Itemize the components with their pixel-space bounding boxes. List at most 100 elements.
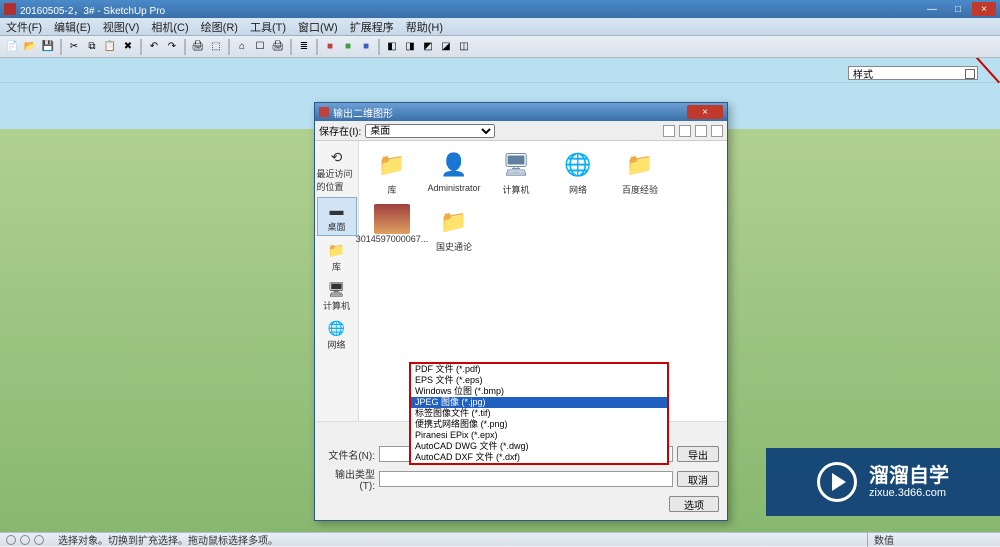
export-dialog: 输出二维图形 × 保存在(I): 桌面 ⟲最近访问的位置▬桌面📁库🖥计算机🌐网络… [314, 102, 728, 521]
model-icon[interactable]: ⬚ [208, 39, 224, 55]
save-in-select[interactable]: 桌面 [365, 124, 495, 138]
new-icon[interactable]: 📄 [4, 39, 20, 55]
filetype-option[interactable]: Piranesi EPix (*.epx) [411, 430, 667, 441]
sidebar-label: 网络 [327, 338, 345, 351]
newfolder-icon[interactable] [695, 125, 707, 137]
ext2-icon[interactable]: ◨ [402, 39, 418, 55]
menu-item[interactable]: 窗口(W) [292, 19, 344, 35]
separator [140, 39, 142, 55]
print-icon[interactable]: 🖨 [190, 39, 206, 55]
filetype-field[interactable] [379, 471, 673, 487]
export-button[interactable]: 导出 [677, 446, 719, 462]
sidebar-item[interactable]: ▬桌面 [317, 197, 357, 236]
watermark: 溜溜自学 zixue.3d66.com [766, 448, 1000, 516]
style-label: 样式 [853, 66, 873, 81]
status-icon-1[interactable] [6, 535, 16, 545]
filetype-option[interactable]: 标签图像文件 (*.tif) [411, 408, 667, 419]
menu-item[interactable]: 工具(T) [244, 19, 292, 35]
ext5-icon[interactable]: ◫ [456, 39, 472, 55]
style-panel[interactable]: 样式 [848, 66, 978, 80]
cut-icon[interactable]: ✂ [66, 39, 82, 55]
open-icon[interactable]: 📂 [22, 39, 38, 55]
menu-item[interactable]: 扩展程序 [344, 19, 400, 35]
sidebar-item[interactable]: 📁库 [317, 238, 357, 275]
status-icon-3[interactable] [34, 535, 44, 545]
save-icon[interactable]: 💾 [40, 39, 56, 55]
file-item[interactable]: 🌐网络 [551, 147, 605, 196]
status-icon-2[interactable] [20, 535, 30, 545]
minimize-button[interactable]: — [920, 2, 944, 16]
filetype-option[interactable]: AutoCAD DWG 文件 (*.dwg) [411, 441, 667, 452]
status-value-label: 数值 [867, 532, 900, 547]
status-hint: 选择对象。切换到扩充选择。拖动鼠标选择多项。 [58, 532, 278, 547]
copy-icon[interactable]: ⧉ [84, 39, 100, 55]
filetype-option[interactable]: 便携式网络图像 (*.png) [411, 419, 667, 430]
file-label: 网络 [569, 183, 587, 196]
sidebar-item[interactable]: ⟲最近访问的位置 [317, 145, 357, 195]
menu-item[interactable]: 相机(C) [145, 19, 194, 35]
ext3-icon[interactable]: ◩ [420, 39, 436, 55]
menu-item[interactable]: 编辑(E) [48, 19, 97, 35]
paste-icon[interactable]: 📋 [102, 39, 118, 55]
style-dropdown-icon[interactable] [965, 69, 975, 79]
sidebar-item[interactable]: 🌐网络 [317, 316, 357, 353]
dialog-icon [319, 107, 329, 117]
print2-icon[interactable]: 🖨 [270, 39, 286, 55]
file-item[interactable]: 📁国史通论 [427, 204, 481, 253]
file-label: 计算机 [502, 183, 529, 196]
folder-icon: 📁 [620, 147, 660, 183]
home-icon[interactable]: ⌂ [234, 39, 250, 55]
filetype-option[interactable]: JPEG 图像 (*.jpg) [411, 397, 667, 408]
separator [316, 39, 318, 55]
rgb2-icon[interactable]: ■ [340, 39, 356, 55]
back-icon[interactable] [663, 125, 675, 137]
menu-item[interactable]: 绘图(R) [195, 19, 244, 35]
ext4-icon[interactable]: ◪ [438, 39, 454, 55]
file-item[interactable]: 📁百度经验 [613, 147, 667, 196]
layers-icon[interactable]: ≣ [296, 39, 312, 55]
cancel-button[interactable]: 取消 [677, 471, 719, 487]
filetype-dropdown[interactable]: PDF 文件 (*.pdf)EPS 文件 (*.eps)Windows 位图 (… [409, 362, 669, 465]
dialog-bottom: PDF 文件 (*.pdf)EPS 文件 (*.eps)Windows 位图 (… [315, 421, 727, 520]
filetype-label: 输出类型(T): [323, 466, 375, 492]
separator [60, 39, 62, 55]
dialog-close-button[interactable]: × [687, 105, 723, 119]
room-icon[interactable]: ☐ [252, 39, 268, 55]
pic-icon [374, 204, 410, 234]
separator [378, 39, 380, 55]
options-button[interactable]: 选项 [669, 496, 719, 512]
sidebar-icon: 🖥 [325, 279, 349, 299]
delete-icon[interactable]: ✖ [120, 39, 136, 55]
dialog-titlebar: 输出二维图形 × [315, 103, 727, 121]
sidebar-label: 最近访问的位置 [317, 167, 357, 193]
file-item[interactable]: 📁库 [365, 147, 419, 196]
maximize-button[interactable]: □ [946, 2, 970, 16]
file-item[interactable]: 🖥计算机 [489, 147, 543, 196]
play-icon [817, 462, 857, 502]
sidebar-icon: ▬ [325, 200, 349, 220]
file-label: 3014597000067... [356, 234, 429, 244]
filetype-option[interactable]: Windows 位图 (*.bmp) [411, 386, 667, 397]
close-button[interactable]: × [972, 2, 996, 16]
up-icon[interactable] [679, 125, 691, 137]
sidebar-item[interactable]: 🖥计算机 [317, 277, 357, 314]
undo-icon[interactable]: ↶ [146, 39, 162, 55]
app-icon [4, 3, 16, 15]
menu-item[interactable]: 视图(V) [97, 19, 146, 35]
redo-icon[interactable]: ↷ [164, 39, 180, 55]
file-item[interactable]: 👤Administrator [427, 147, 481, 196]
sidebar-icon: 🌐 [325, 318, 349, 338]
viewmode-icon[interactable] [711, 125, 723, 137]
dialog-toolbar: 保存在(I): 桌面 [315, 121, 727, 141]
title-bar: 20160505-2，3# - SketchUp Pro — □ × [0, 0, 1000, 18]
filetype-option[interactable]: PDF 文件 (*.pdf) [411, 364, 667, 375]
menu-item[interactable]: 帮助(H) [400, 19, 449, 35]
file-item[interactable]: 3014597000067... [365, 204, 419, 253]
rgb1-icon[interactable]: ■ [322, 39, 338, 55]
filetype-option[interactable]: AutoCAD DXF 文件 (*.dxf) [411, 452, 667, 463]
ext1-icon[interactable]: ◧ [384, 39, 400, 55]
filetype-option[interactable]: EPS 文件 (*.eps) [411, 375, 667, 386]
rgb3-icon[interactable]: ■ [358, 39, 374, 55]
menu-item[interactable]: 文件(F) [0, 19, 48, 35]
dialog-sidebar: ⟲最近访问的位置▬桌面📁库🖥计算机🌐网络 [315, 141, 359, 421]
